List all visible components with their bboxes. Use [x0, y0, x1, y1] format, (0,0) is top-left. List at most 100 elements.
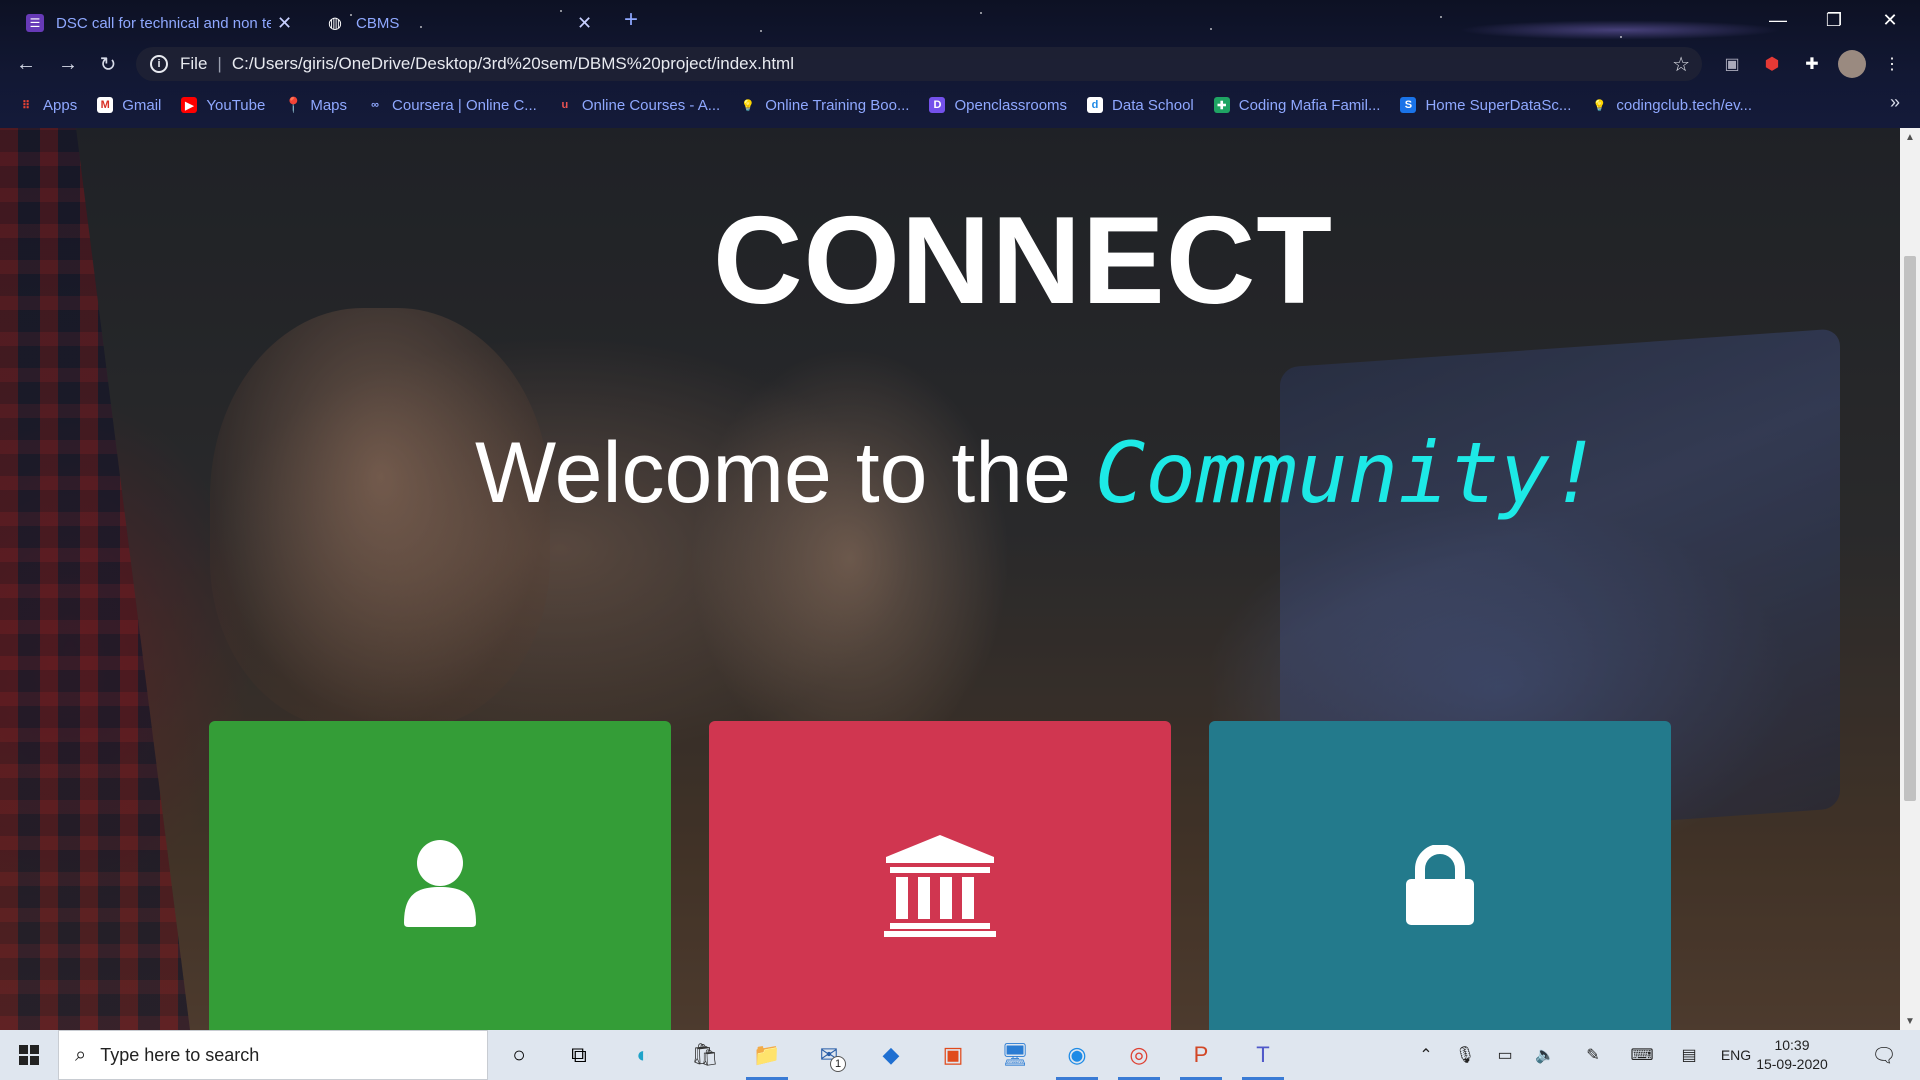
institution-icon — [884, 833, 996, 1030]
taskbar-search-input[interactable]: ⌕ Type here to search — [58, 1030, 488, 1080]
window-close-button[interactable]: ✕ — [1862, 0, 1918, 40]
bookmark-label: Gmail — [122, 96, 162, 114]
pc-icon[interactable]: 🖥 — [986, 1030, 1044, 1080]
tab-title: DSC call for technical and non te — [56, 14, 271, 32]
tablet-mode-icon[interactable]: ▤ — [1674, 1030, 1704, 1080]
edge-icon[interactable]: ◐ — [614, 1030, 672, 1080]
bookmark-gmail[interactable]: M Gmail — [97, 97, 161, 114]
bulb-icon: 💡 — [1592, 99, 1607, 112]
search-icon: ⌕ — [75, 1043, 87, 1066]
pen-icon[interactable]: ✎ — [1578, 1030, 1608, 1080]
bookmark-label: Online Courses - A... — [581, 96, 721, 114]
teams-icon[interactable]: T — [1234, 1030, 1292, 1080]
microphone-icon[interactable]: 🎙 — [1450, 1030, 1480, 1080]
kebab-menu-icon[interactable]: ⋮ — [1878, 50, 1906, 78]
user-card[interactable] — [209, 721, 671, 1030]
green-plus-icon: ✚ — [1213, 97, 1230, 113]
bookmark-label: YouTube — [206, 96, 266, 114]
address-divider: | — [217, 54, 222, 73]
scroll-up-arrow-icon[interactable]: ▲ — [1900, 128, 1920, 146]
bookmark-apps[interactable]: ⠿ Apps — [18, 97, 77, 114]
chevron-up-icon[interactable]: ⌃ — [1412, 1030, 1440, 1080]
welcome-highlight: Community! — [1094, 424, 1601, 522]
bookmark-coursera[interactable]: ∞ Coursera | Online C... — [367, 97, 537, 114]
puzzle-extensions-icon[interactable]: ✚ — [1798, 50, 1826, 78]
bookmark-label: Openclassrooms — [954, 96, 1068, 114]
app-blue-icon[interactable]: ◉ — [1048, 1030, 1106, 1080]
bookmark-label: Online Training Boo... — [765, 96, 910, 114]
bookmark-codingclub[interactable]: 💡 codingclub.tech/ev... — [1591, 97, 1753, 114]
scrollbar-thumb[interactable] — [1904, 256, 1916, 801]
windows-taskbar: ⌕ Type here to search ○ ⧉ ◐ 🛍 📁 ✉ 1 ◆ ▣ 🖥… — [0, 1030, 1920, 1080]
gmail-icon: M — [97, 97, 114, 113]
close-icon[interactable]: ✕ — [277, 13, 292, 34]
welcome-heading: Welcome to the Community! — [475, 424, 1601, 523]
bookmark-label: Data School — [1112, 96, 1194, 114]
bookmark-data-school[interactable]: d Data School — [1087, 97, 1194, 114]
notifications-icon[interactable]: 🗨 — [1864, 1030, 1904, 1080]
bookmark-label: Coursera | Online C... — [392, 96, 537, 114]
mail-badge: 1 — [830, 1056, 846, 1072]
bookmark-superdatascience[interactable]: S Home SuperDataSc... — [1400, 97, 1571, 114]
bookmark-youtube[interactable]: ▶ YouTube — [181, 97, 265, 114]
store-icon[interactable]: 🛍 — [676, 1030, 734, 1080]
tab-cbms[interactable]: ◍ CBMS ✕ — [312, 4, 610, 42]
clock-date: 15-09-2020 — [1756, 1056, 1828, 1072]
windows-start-icon[interactable] — [0, 1030, 58, 1080]
bookmark-label: Maps — [310, 96, 348, 114]
page-scrollbar[interactable]: ▲ ▼ — [1900, 128, 1920, 1030]
vscode-icon[interactable]: ◆ — [862, 1030, 920, 1080]
taskbar-clock[interactable]: 10:39 15-09-2020 — [1752, 1036, 1832, 1074]
back-arrow-icon[interactable]: ← — [10, 48, 42, 80]
lock-card[interactable] — [1209, 721, 1671, 1030]
search-placeholder: Type here to search — [100, 1044, 260, 1065]
ublock-icon[interactable]: ⬢ — [1758, 50, 1786, 78]
bookmark-star-icon[interactable]: ☆ — [1672, 52, 1690, 77]
bookmark-coding-mafia[interactable]: ✚ Coding Mafia Famil... — [1213, 96, 1381, 114]
mail-icon[interactable]: ✉ 1 — [800, 1030, 858, 1080]
dataschool-icon: d — [1087, 97, 1104, 113]
clock-time: 10:39 — [1774, 1037, 1810, 1053]
forms-icon: ☰ — [26, 14, 44, 32]
bookmark-openclassrooms[interactable]: D Openclassrooms — [929, 97, 1067, 114]
extension-square-icon[interactable]: ▣ — [1718, 50, 1746, 78]
cortana-icon[interactable]: ○ — [490, 1030, 548, 1080]
tab-dsc-call[interactable]: ☰ DSC call for technical and non te ✕ — [12, 4, 310, 42]
bookmark-maps[interactable]: 📍 Maps — [284, 96, 348, 115]
youtube-icon: ▶ — [181, 97, 198, 113]
volume-icon[interactable]: 🔈 — [1530, 1030, 1560, 1080]
avatar[interactable] — [1838, 50, 1866, 78]
new-tab-button[interactable]: + — [624, 6, 638, 34]
info-icon[interactable]: i — [150, 55, 168, 73]
chrome-icon[interactable]: ◎ — [1110, 1030, 1168, 1080]
bookmark-label: Coding Mafia Famil... — [1238, 96, 1381, 114]
powerpoint-icon[interactable]: P — [1172, 1030, 1230, 1080]
user-icon — [402, 839, 478, 1030]
task-view-icon[interactable]: ⧉ — [550, 1030, 608, 1080]
scroll-down-arrow-icon[interactable]: ▼ — [1900, 1012, 1920, 1030]
tab-strip: ☰ DSC call for technical and non te ✕ ◍ … — [0, 0, 1920, 42]
lock-icon — [1406, 844, 1474, 1030]
file-explorer-icon[interactable]: 📁 — [738, 1030, 796, 1080]
globe-icon: ◍ — [328, 15, 342, 32]
address-url[interactable]: C:/Users/giris/OneDrive/Desktop/3rd%20se… — [232, 54, 794, 74]
office-icon[interactable]: ▣ — [924, 1030, 982, 1080]
language-indicator[interactable]: ENG — [1716, 1030, 1756, 1080]
keyboard-icon[interactable]: ⌨ — [1624, 1030, 1660, 1080]
address-bar[interactable]: i File | C:/Users/giris/OneDrive/Desktop… — [136, 47, 1702, 81]
battery-icon[interactable]: ▭ — [1490, 1030, 1520, 1080]
minimize-button[interactable]: — — [1750, 0, 1806, 40]
restore-button[interactable]: ❐ — [1806, 0, 1862, 40]
bookmark-label: Apps — [43, 96, 78, 114]
reload-icon[interactable]: ↻ — [92, 48, 124, 80]
coursera-icon: ∞ — [371, 99, 379, 111]
bookmark-online-training[interactable]: 💡 Online Training Boo... — [740, 97, 909, 114]
openclassrooms-icon: D — [929, 97, 946, 113]
superdatascience-icon: S — [1400, 97, 1417, 113]
institution-card[interactable] — [709, 721, 1171, 1030]
apps-grid-icon: ⠿ — [21, 99, 31, 112]
forward-arrow-icon[interactable]: → — [52, 48, 84, 80]
bookmark-udemy[interactable]: u Online Courses - A... — [557, 97, 720, 114]
bookmarks-overflow-button[interactable]: » — [1890, 92, 1900, 113]
close-icon[interactable]: ✕ — [577, 13, 592, 34]
